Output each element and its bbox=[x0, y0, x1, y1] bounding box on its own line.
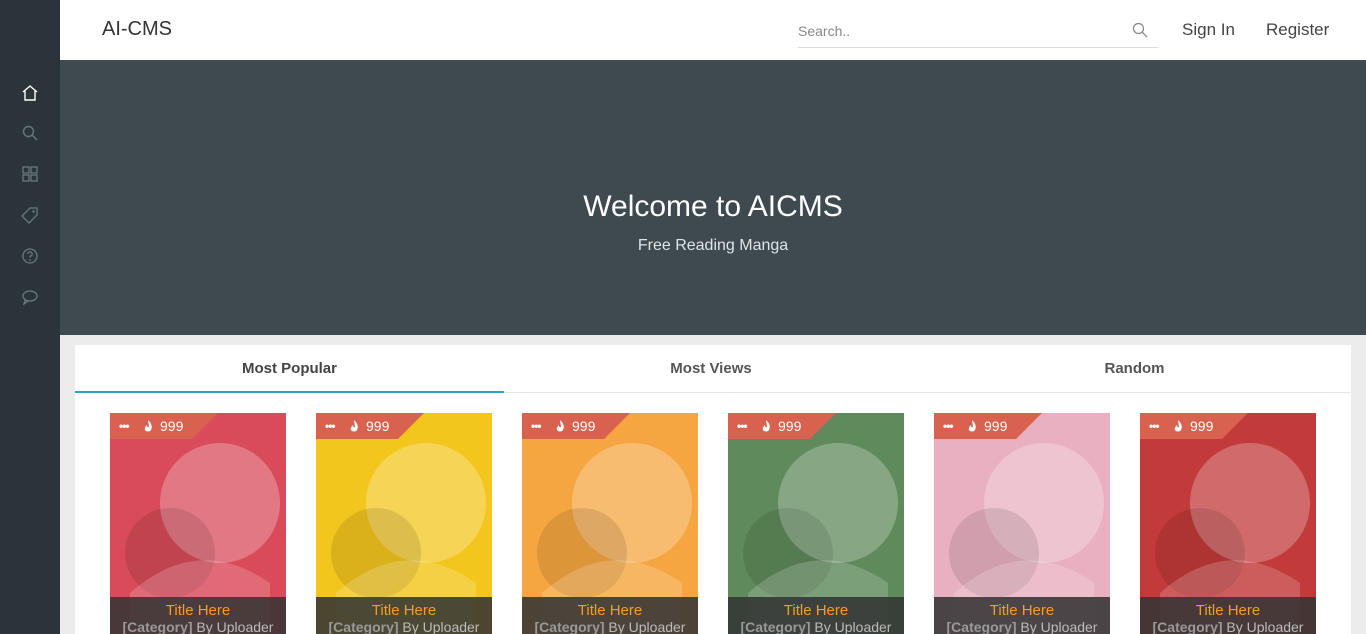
view-count: 999 bbox=[984, 418, 1008, 434]
fire-icon bbox=[144, 420, 152, 432]
card-uploader[interactable]: By Uploader bbox=[1020, 619, 1097, 634]
card-meta: [Category] By Uploader bbox=[934, 619, 1110, 634]
search-input[interactable] bbox=[798, 14, 1118, 48]
card-caption: Title Here [Category] By Uploader bbox=[1140, 597, 1316, 634]
help-icon bbox=[22, 248, 38, 264]
card-title[interactable]: Title Here bbox=[1140, 597, 1316, 619]
grid-icon bbox=[22, 166, 38, 182]
card-title[interactable]: Title Here bbox=[728, 597, 904, 619]
search-icon bbox=[22, 125, 38, 141]
card-title[interactable]: Title Here bbox=[316, 597, 492, 619]
brand-logo[interactable]: AI-CMS bbox=[102, 18, 172, 41]
more-dots-icon: ••• bbox=[531, 419, 542, 433]
card-meta: [Category] By Uploader bbox=[1140, 619, 1316, 634]
sign-in-link[interactable]: Sign In bbox=[1182, 20, 1235, 40]
sidebar-item-browse[interactable] bbox=[0, 154, 60, 194]
card-caption: Title Here [Category] By Uploader bbox=[728, 597, 904, 634]
card-category[interactable]: [Category] bbox=[1153, 619, 1223, 634]
sidebar-item-home[interactable] bbox=[0, 73, 60, 113]
manga-card[interactable]: ••• 999 Title Here [Category] By Uploade… bbox=[522, 413, 698, 634]
tag-icon bbox=[21, 207, 38, 224]
stats-badge: ••• 999 bbox=[522, 413, 630, 439]
sidebar-item-search[interactable] bbox=[0, 113, 60, 153]
manga-card[interactable]: ••• 999 Title Here [Category] By Uploade… bbox=[316, 413, 492, 634]
card-category[interactable]: [Category] bbox=[329, 619, 399, 634]
search-icon[interactable] bbox=[1132, 22, 1148, 38]
register-link[interactable]: Register bbox=[1266, 20, 1329, 40]
card-caption: Title Here [Category] By Uploader bbox=[316, 597, 492, 634]
chat-icon bbox=[22, 290, 38, 306]
fire-icon bbox=[556, 420, 564, 432]
stats-badge: ••• 999 bbox=[316, 413, 424, 439]
card-uploader[interactable]: By Uploader bbox=[608, 619, 685, 634]
card-uploader[interactable]: By Uploader bbox=[1226, 619, 1303, 634]
hero-subtitle: Free Reading Manga bbox=[637, 237, 789, 254]
card-uploader[interactable]: By Uploader bbox=[402, 619, 479, 634]
search-box bbox=[798, 14, 1158, 48]
more-dots-icon: ••• bbox=[943, 419, 954, 433]
card-meta: [Category] By Uploader bbox=[316, 619, 492, 634]
tab-most-popular[interactable]: Most Popular bbox=[75, 345, 504, 393]
manga-card[interactable]: ••• 999 Title Here [Category] By Uploade… bbox=[728, 413, 904, 634]
card-meta: [Category] By Uploader bbox=[522, 619, 698, 634]
more-dots-icon: ••• bbox=[1149, 419, 1160, 433]
fire-icon bbox=[762, 420, 770, 432]
stats-badge: ••• 999 bbox=[934, 413, 1042, 439]
card-category[interactable]: [Category] bbox=[947, 619, 1017, 634]
home-icon bbox=[22, 85, 38, 101]
stats-badge: ••• 999 bbox=[728, 413, 836, 439]
manga-card[interactable]: ••• 999 Title Here [Category] By Uploade… bbox=[110, 413, 286, 634]
card-uploader[interactable]: By Uploader bbox=[814, 619, 891, 634]
view-count: 999 bbox=[1190, 418, 1214, 434]
card-title[interactable]: Title Here bbox=[934, 597, 1110, 619]
card-category[interactable]: [Category] bbox=[535, 619, 605, 634]
fire-icon bbox=[968, 420, 976, 432]
card-uploader[interactable]: By Uploader bbox=[196, 619, 273, 634]
more-dots-icon: ••• bbox=[325, 419, 336, 433]
card-title[interactable]: Title Here bbox=[110, 597, 286, 619]
view-count: 999 bbox=[366, 418, 390, 434]
hero-title: Welcome to AICMS bbox=[583, 190, 843, 223]
fire-icon bbox=[350, 420, 358, 432]
tab-random[interactable]: Random bbox=[918, 345, 1351, 393]
content-panel: Most Popular Most Views Random ••• 999 T… bbox=[75, 345, 1351, 634]
sidebar-item-chat[interactable] bbox=[0, 277, 60, 317]
sidebar bbox=[0, 0, 60, 634]
fire-icon bbox=[1174, 420, 1182, 432]
manga-card[interactable]: ••• 999 Title Here [Category] By Uploade… bbox=[1140, 413, 1316, 634]
top-bar: AI-CMS Sign In Register bbox=[60, 0, 1366, 60]
card-category[interactable]: [Category] bbox=[741, 619, 811, 634]
card-title[interactable]: Title Here bbox=[522, 597, 698, 619]
card-caption: Title Here [Category] By Uploader bbox=[934, 597, 1110, 634]
more-dots-icon: ••• bbox=[119, 419, 130, 433]
view-count: 999 bbox=[572, 418, 596, 434]
tab-most-views[interactable]: Most Views bbox=[504, 345, 918, 393]
card-meta: [Category] By Uploader bbox=[728, 619, 904, 634]
card-category[interactable]: [Category] bbox=[123, 619, 193, 634]
card-meta: [Category] By Uploader bbox=[110, 619, 286, 634]
more-dots-icon: ••• bbox=[737, 419, 748, 433]
card-caption: Title Here [Category] By Uploader bbox=[110, 597, 286, 634]
sidebar-item-help[interactable] bbox=[0, 236, 60, 276]
manga-card[interactable]: ••• 999 Title Here [Category] By Uploade… bbox=[934, 413, 1110, 634]
hero-banner: Welcome to AICMS Free Reading Manga bbox=[60, 60, 1366, 335]
stats-badge: ••• 999 bbox=[110, 413, 218, 439]
stats-badge: ••• 999 bbox=[1140, 413, 1248, 439]
view-count: 999 bbox=[160, 418, 184, 434]
view-count: 999 bbox=[778, 418, 802, 434]
sidebar-item-tags[interactable] bbox=[0, 195, 60, 235]
card-caption: Title Here [Category] By Uploader bbox=[522, 597, 698, 634]
